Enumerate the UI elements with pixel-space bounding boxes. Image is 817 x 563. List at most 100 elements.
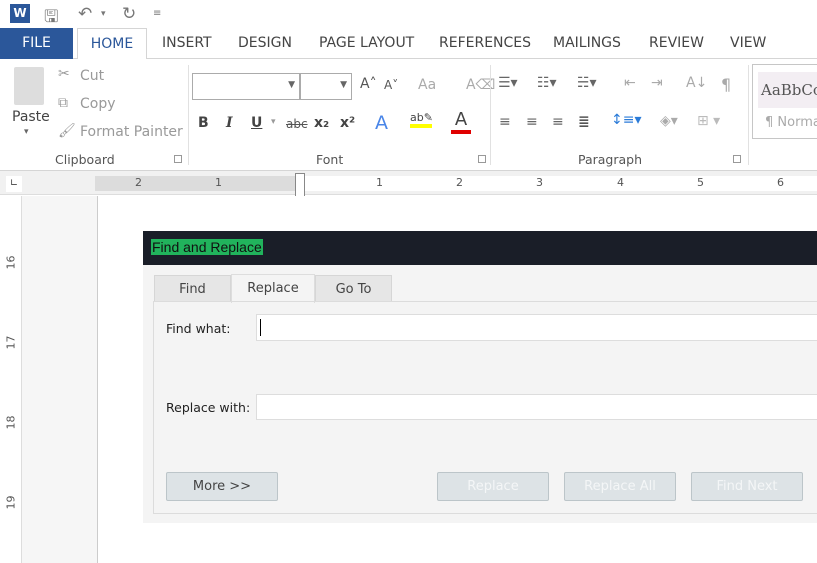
strikethrough-button[interactable]: abc [286, 117, 308, 131]
align-center-icon[interactable]: ≡ [526, 114, 538, 130]
bullets-icon[interactable]: ☰▾ [498, 75, 518, 91]
cut-button[interactable]: Cut [80, 68, 104, 84]
superscript-button[interactable]: x² [340, 115, 355, 131]
customize-icon[interactable]: ≡ [153, 8, 161, 19]
tab-file[interactable]: FILE [0, 28, 73, 59]
underline-button[interactable]: U [251, 115, 262, 131]
highlight-icon[interactable]: ab✎ [410, 111, 433, 128]
paste-button[interactable]: Paste [12, 109, 50, 125]
italic-button[interactable]: I [226, 115, 233, 131]
bold-button[interactable]: B [198, 115, 209, 131]
underline-dropdown-icon[interactable]: ▾ [271, 117, 276, 127]
ruler-number: 2 [456, 176, 463, 189]
copy-button[interactable]: Copy [80, 96, 116, 112]
tab-replace[interactable]: Replace [231, 274, 315, 303]
text-effects-icon[interactable]: A [375, 112, 388, 134]
paste-icon[interactable] [14, 67, 44, 105]
grow-font-icon[interactable]: A˄ [360, 76, 377, 92]
format-painter-icon: 🖌 [58, 123, 76, 139]
ruler-number: 16 [4, 255, 18, 270]
tab-review[interactable]: REVIEW [641, 28, 712, 59]
ribbon-tabs: FILE HOME INSERT DESIGN PAGE LAYOUT REFE… [0, 28, 817, 60]
divider [490, 65, 491, 165]
dialog-title: Find and Replace [151, 239, 263, 255]
shrink-font-icon[interactable]: A˅ [384, 78, 398, 92]
tab-insert[interactable]: INSERT [154, 28, 220, 59]
shading-icon[interactable]: ◈▾ [660, 113, 678, 129]
replace-button[interactable]: Replace [437, 472, 549, 501]
style-preview: AaBbCc [758, 72, 817, 108]
find-replace-dialog: Find and Replace Find Replace Go To Find… [143, 231, 817, 523]
find-next-button[interactable]: Find Next [691, 472, 803, 501]
format-painter-button[interactable]: Format Painter [80, 124, 183, 140]
numbering-icon[interactable]: ☷▾ [537, 75, 557, 91]
ruler-number: 1 [215, 176, 222, 189]
align-right-icon[interactable]: ≡ [552, 114, 564, 130]
borders-icon[interactable]: ⊞ ▾ [697, 113, 720, 129]
sort-icon[interactable]: A↓ [686, 75, 707, 91]
paragraph-group-label: Paragraph [578, 152, 643, 167]
dialog-title-bar[interactable]: Find and Replace [143, 231, 817, 265]
multilevel-list-icon[interactable]: ☵▾ [577, 75, 597, 91]
divider [188, 65, 189, 165]
change-case-button[interactable]: Aa [418, 77, 436, 93]
ribbon: Paste ▾ ✂ Cut ⧉ Copy 🖌 Format Painter Cl… [0, 59, 817, 171]
more-button[interactable]: More >> [166, 472, 278, 501]
copy-icon: ⧉ [58, 95, 68, 111]
replace-all-button[interactable]: Replace All [564, 472, 676, 501]
clipboard-group-label: Clipboard [55, 152, 115, 167]
undo-dropdown-icon[interactable]: ▾ [101, 9, 106, 19]
vertical-ruler[interactable]: 16 17 18 19 [0, 196, 22, 563]
font-size-combo[interactable]: ▼ [300, 73, 352, 100]
line-spacing-icon[interactable]: ↕≡▾ [611, 112, 642, 128]
tab-view[interactable]: VIEW [722, 28, 774, 59]
show-formatting-button[interactable]: ¶ [721, 75, 731, 94]
undo-icon[interactable]: ↶ [78, 4, 92, 24]
chevron-down-icon: ▼ [288, 80, 295, 90]
tab-selector-icon[interactable]: ∟ [6, 176, 22, 192]
divider [748, 65, 749, 165]
indent-marker-icon[interactable] [295, 173, 305, 197]
ruler-number: 1 [376, 176, 383, 189]
font-launcher-icon[interactable] [478, 155, 486, 163]
increase-indent-icon[interactable]: ⇥ [651, 75, 663, 91]
paste-dropdown-icon[interactable]: ▾ [24, 127, 29, 137]
ruler-number: 6 [777, 176, 784, 189]
find-what-input[interactable] [256, 314, 817, 341]
tab-find[interactable]: Find [154, 275, 231, 302]
paragraph-launcher-icon[interactable] [733, 155, 741, 163]
subscript-button[interactable]: x₂ [314, 115, 329, 131]
font-color-icon[interactable]: A [451, 109, 471, 134]
tab-design[interactable]: DESIGN [230, 28, 300, 59]
ruler-number: 3 [536, 176, 543, 189]
cut-icon: ✂ [58, 66, 70, 82]
redo-icon[interactable]: ↻ [122, 4, 136, 24]
replace-with-input[interactable] [256, 394, 817, 420]
decrease-indent-icon[interactable]: ⇤ [624, 75, 636, 91]
font-group-label: Font [316, 152, 344, 167]
tab-home[interactable]: HOME [77, 28, 147, 60]
quick-access-toolbar: W 🖫 ↶ ▾ ↻ ≡ [0, 0, 817, 28]
horizontal-ruler[interactable]: 2 1 1 2 3 4 5 6 [95, 173, 817, 197]
replace-with-label: Replace with: [166, 400, 251, 415]
ruler-number: 18 [4, 415, 18, 430]
find-what-label: Find what: [166, 321, 231, 336]
tab-page-layout[interactable]: PAGE LAYOUT [311, 28, 422, 59]
clipboard-launcher-icon[interactable] [174, 155, 182, 163]
word-logo-icon: W [10, 4, 30, 23]
font-name-combo[interactable]: ▼ [192, 73, 300, 100]
tab-references[interactable]: REFERENCES [431, 28, 539, 59]
tab-go-to[interactable]: Go To [315, 275, 392, 302]
ruler-number: 5 [697, 176, 704, 189]
style-normal[interactable]: AaBbCc ¶ Normal [752, 64, 817, 139]
align-left-icon[interactable]: ≡ [499, 114, 511, 130]
tab-mailings[interactable]: MAILINGS [545, 28, 629, 59]
ruler-number: 19 [4, 495, 18, 510]
text-cursor [260, 319, 261, 336]
justify-icon[interactable]: ≣ [578, 114, 590, 130]
ruler-number: 2 [135, 176, 142, 189]
ruler-number: 4 [617, 176, 624, 189]
style-name: ¶ Normal [765, 115, 817, 130]
horizontal-ruler-row: ∟ 2 1 1 2 3 4 5 6 [0, 171, 817, 197]
ruler-number: 17 [4, 335, 18, 350]
